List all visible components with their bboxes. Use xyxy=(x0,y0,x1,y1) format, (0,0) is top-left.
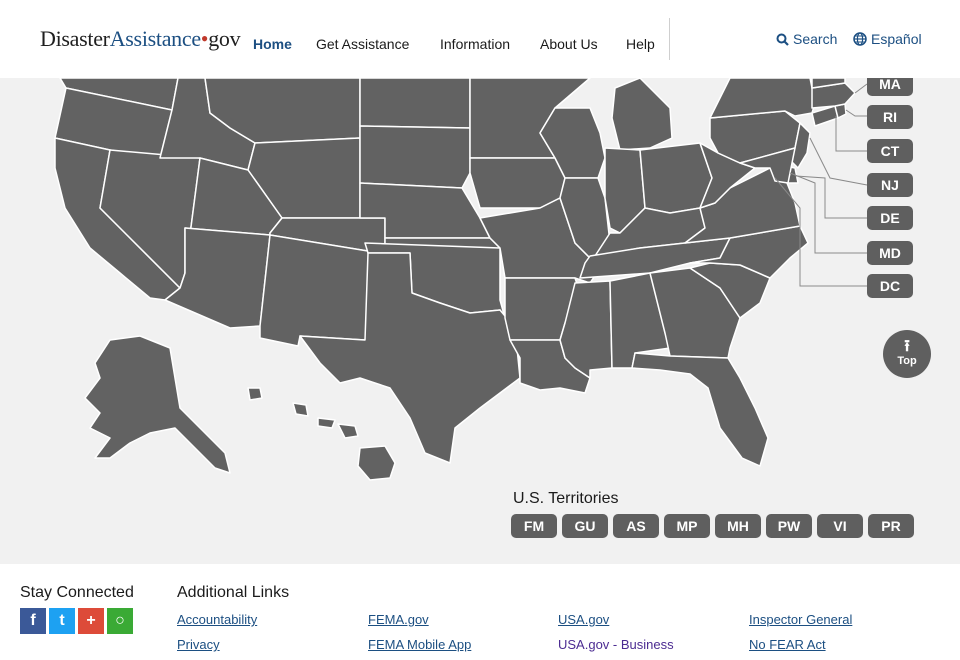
territories-title: U.S. Territories xyxy=(513,490,619,507)
state-button-md[interactable]: MD xyxy=(867,241,913,265)
territory-button-pr[interactable]: PR xyxy=(868,514,914,538)
back-to-top-label: Top xyxy=(897,355,917,367)
footer-link-accountability[interactable]: Accountability xyxy=(177,612,257,627)
language-link[interactable]: Español xyxy=(853,31,922,47)
additional-links-heading: Additional Links xyxy=(177,584,290,601)
search-icon xyxy=(776,33,789,46)
territory-button-mh[interactable]: MH xyxy=(715,514,761,538)
us-states-map: MA RI CT NJ DE MD DC ⭱ Top U.S. Territor… xyxy=(0,78,960,564)
govdelivery-icon[interactable]: ○ xyxy=(107,608,133,634)
site-footer: Stay Connected f t + ○ Additional Links … xyxy=(0,564,960,660)
nav-divider xyxy=(669,18,670,60)
site-header: DisasterAssistance•gov Home Get Assistan… xyxy=(0,0,960,78)
footer-link-fema-gov[interactable]: FEMA.gov xyxy=(368,612,429,627)
site-logo[interactable]: DisasterAssistance•gov xyxy=(40,26,241,52)
stay-connected-heading: Stay Connected xyxy=(20,584,134,601)
globe-icon xyxy=(853,32,867,46)
footer-link-usa-gov-business[interactable]: USA.gov - Business xyxy=(558,637,674,652)
facebook-icon[interactable]: f xyxy=(20,608,46,634)
footer-link-fema-mobile-app[interactable]: FEMA Mobile App xyxy=(368,637,471,652)
logo-text-gov: gov xyxy=(208,26,241,51)
hawaii-maui[interactable] xyxy=(337,423,359,439)
back-to-top-button[interactable]: ⭱ Top xyxy=(883,330,931,378)
footer-link-usa-gov[interactable]: USA.gov xyxy=(558,612,609,627)
footer-link-no-fear-act[interactable]: No FEAR Act xyxy=(749,637,826,652)
state-alaska[interactable] xyxy=(84,335,231,474)
google-plus-icon[interactable]: + xyxy=(78,608,104,634)
us-map-svg xyxy=(54,78,868,481)
state-florida[interactable] xyxy=(631,352,769,467)
territory-button-vi[interactable]: VI xyxy=(817,514,863,538)
state-button-dc[interactable]: DC xyxy=(867,274,913,298)
state-hawaii[interactable] xyxy=(357,445,396,481)
search-link[interactable]: Search xyxy=(776,31,837,47)
logo-text-assistance: Assistance xyxy=(109,26,201,51)
logo-text-disaster: Disaster xyxy=(40,26,110,51)
state-button-ma[interactable]: MA xyxy=(867,78,913,96)
state-north-dakota[interactable] xyxy=(359,78,471,129)
state-ohio[interactable] xyxy=(639,142,713,214)
state-south-dakota[interactable] xyxy=(359,125,471,189)
nav-information[interactable]: Information xyxy=(440,36,510,52)
territory-button-pw[interactable]: PW xyxy=(766,514,812,538)
state-button-de[interactable]: DE xyxy=(867,206,913,230)
state-connecticut[interactable] xyxy=(811,105,839,127)
language-label: Español xyxy=(871,31,922,47)
hawaii-molokai[interactable] xyxy=(317,417,336,429)
footer-link-privacy[interactable]: Privacy xyxy=(177,637,220,652)
hawaii-oahu[interactable] xyxy=(292,402,309,417)
twitter-icon[interactable]: t xyxy=(49,608,75,634)
state-iowa[interactable] xyxy=(469,157,566,209)
search-label: Search xyxy=(793,31,838,47)
nav-about-us[interactable]: About Us xyxy=(540,36,598,52)
nav-get-assistance[interactable]: Get Assistance xyxy=(316,36,409,52)
state-new-york[interactable] xyxy=(709,78,816,119)
territory-button-as[interactable]: AS xyxy=(613,514,659,538)
nav-home[interactable]: Home xyxy=(253,36,292,52)
territory-button-gu[interactable]: GU xyxy=(562,514,608,538)
territory-button-mp[interactable]: MP xyxy=(664,514,710,538)
state-button-nj[interactable]: NJ xyxy=(867,173,913,197)
hawaii-kauai[interactable] xyxy=(247,387,263,401)
state-new-mexico[interactable] xyxy=(259,234,381,347)
state-button-ct[interactable]: CT xyxy=(867,139,913,163)
nav-help[interactable]: Help xyxy=(626,36,655,52)
arrow-up-icon: ⭱ xyxy=(904,338,910,355)
state-michigan[interactable] xyxy=(611,78,673,151)
footer-link-inspector-general[interactable]: Inspector General xyxy=(749,612,852,627)
territory-button-fm[interactable]: FM xyxy=(511,514,557,538)
state-button-ri[interactable]: RI xyxy=(867,105,913,129)
